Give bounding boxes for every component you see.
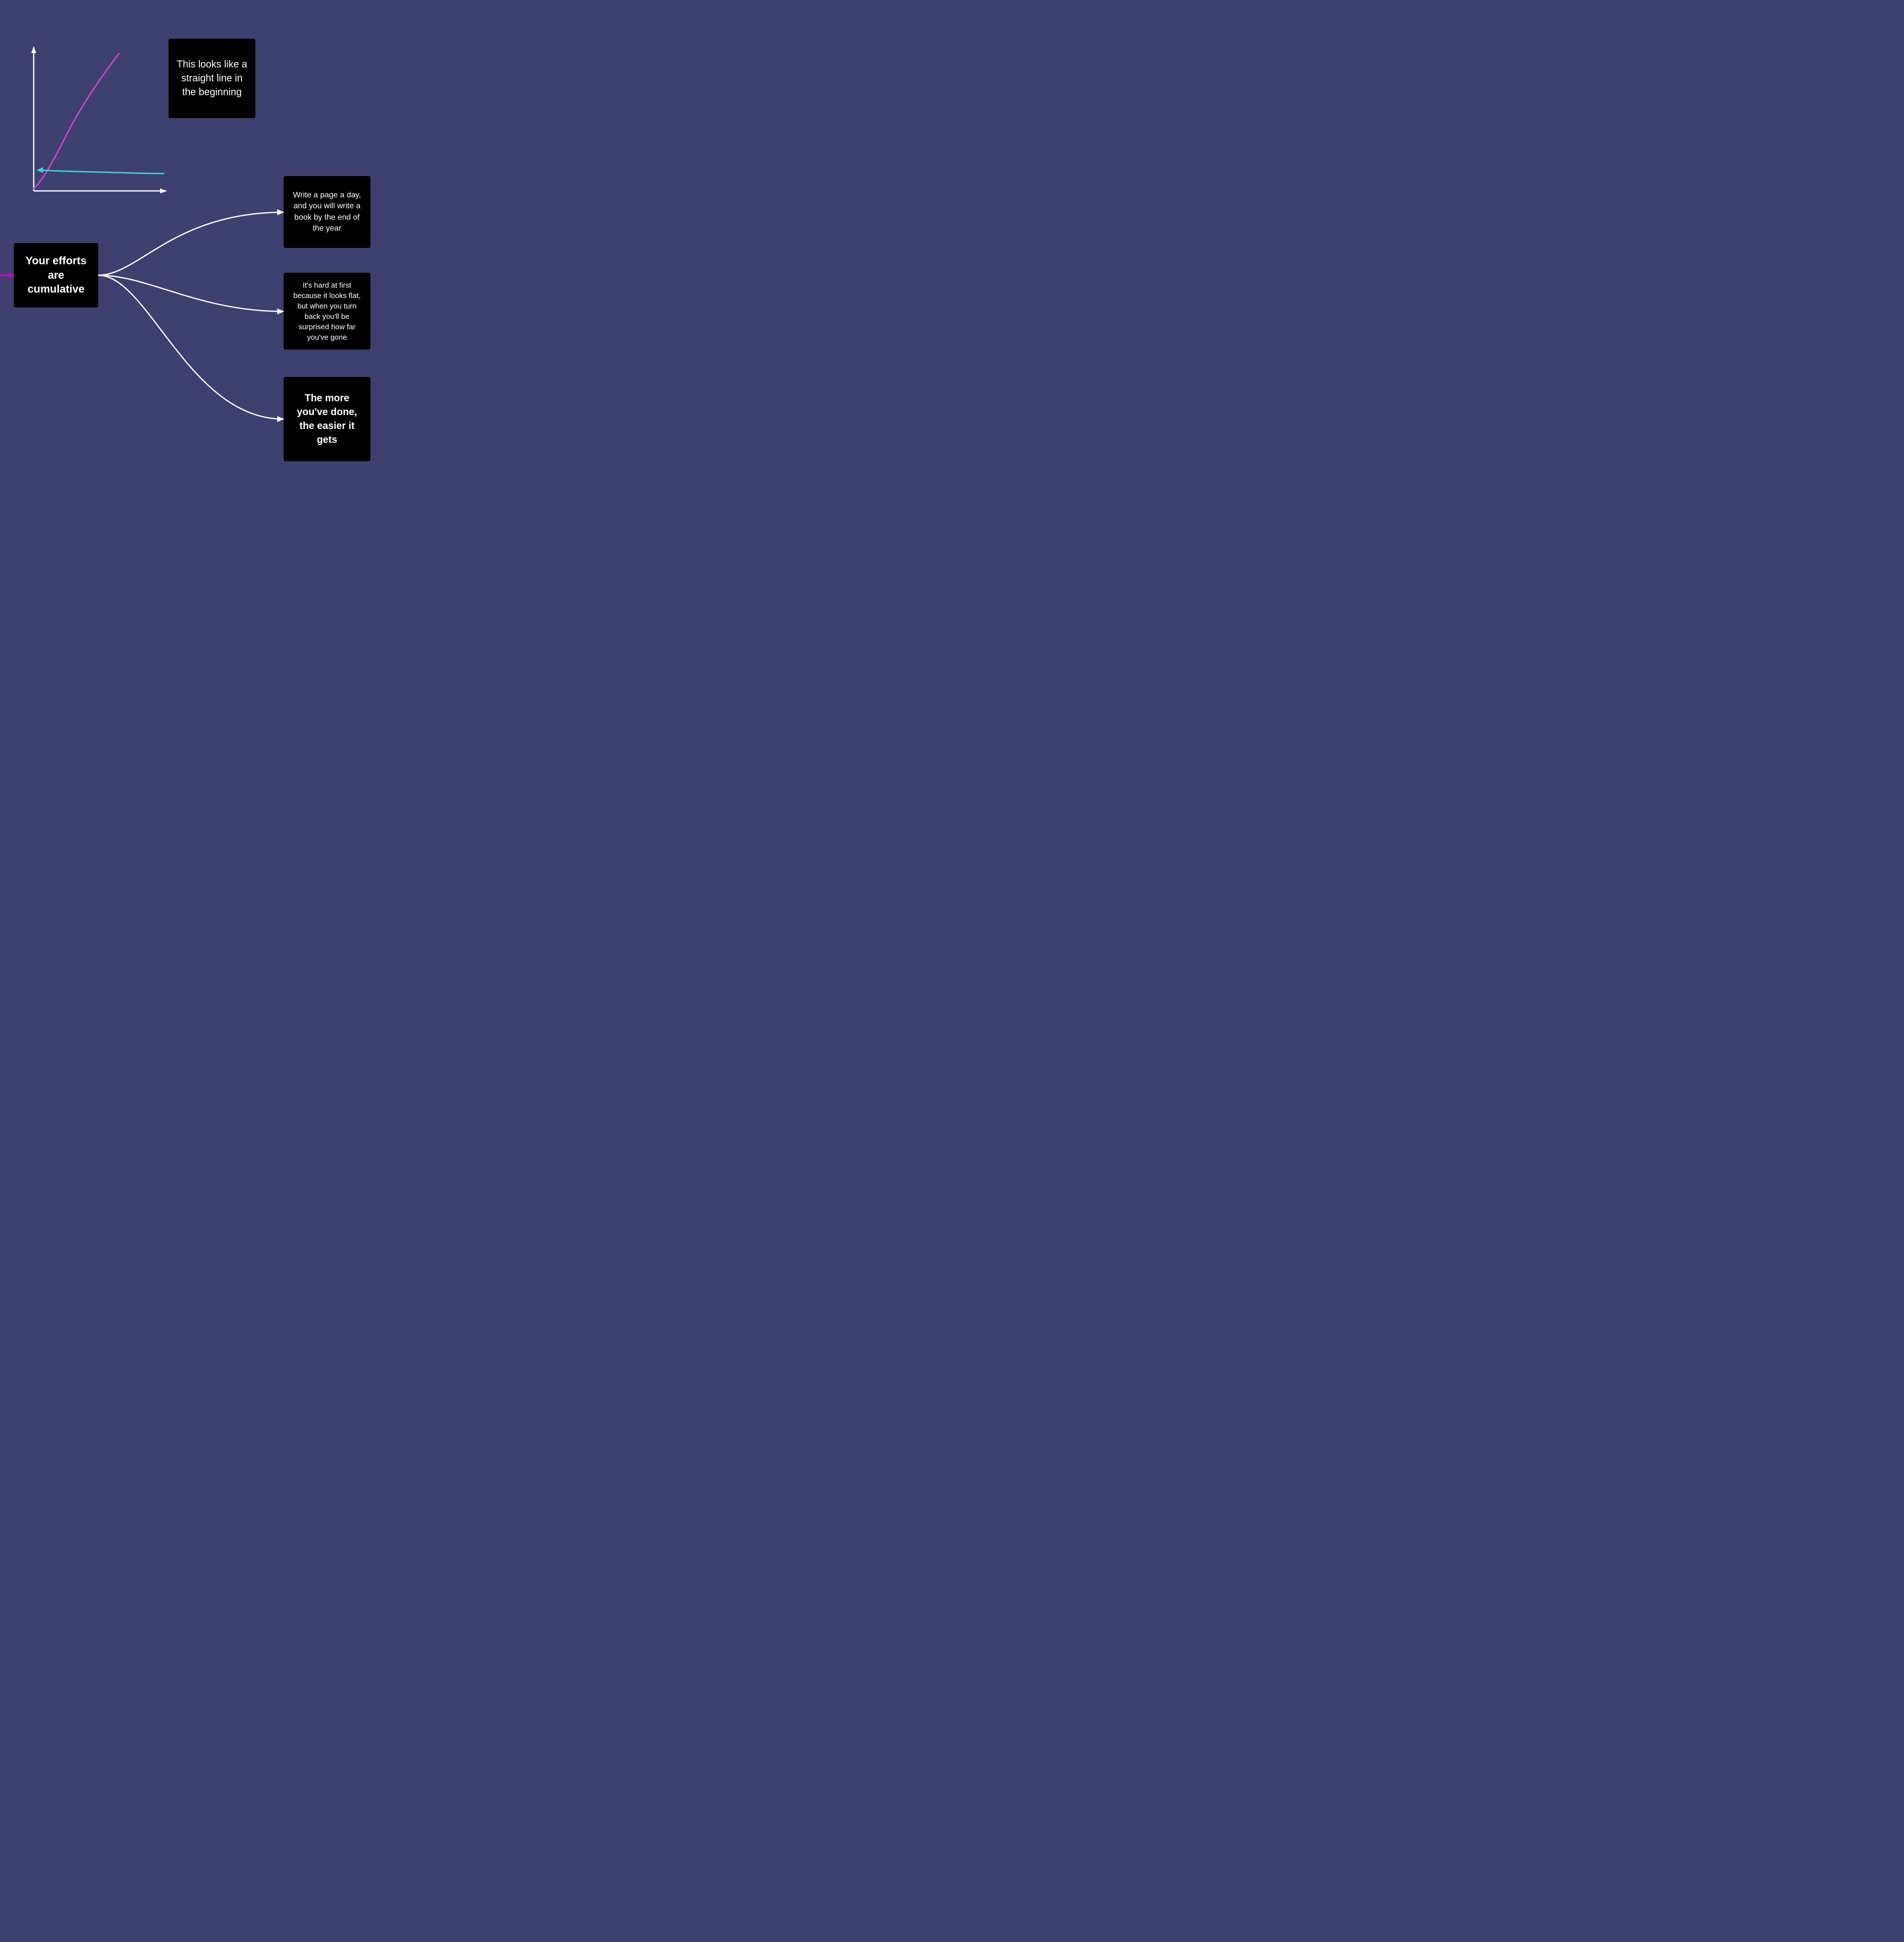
card-hard-first: It's hard at first because it looks flat…: [284, 273, 370, 350]
card-efforts: Your efforts are cumulative: [14, 243, 98, 307]
hard-first-text: It's hard at first because it looks flat…: [290, 280, 364, 343]
main-canvas: This looks like a straight line in the b…: [0, 0, 541, 506]
straight-line-text: This looks like a straight line in the b…: [175, 58, 249, 99]
card-more-done: The more you've done, the easier it gets: [284, 377, 370, 461]
card-write-page: Write a page a day, and you will write a…: [284, 176, 370, 248]
card-straight-line: This looks like a straight line in the b…: [169, 39, 255, 118]
write-page-text: Write a page a day, and you will write a…: [290, 190, 364, 235]
efforts-text: Your efforts are cumulative: [20, 254, 92, 297]
more-done-text: The more you've done, the easier it gets: [290, 391, 364, 447]
